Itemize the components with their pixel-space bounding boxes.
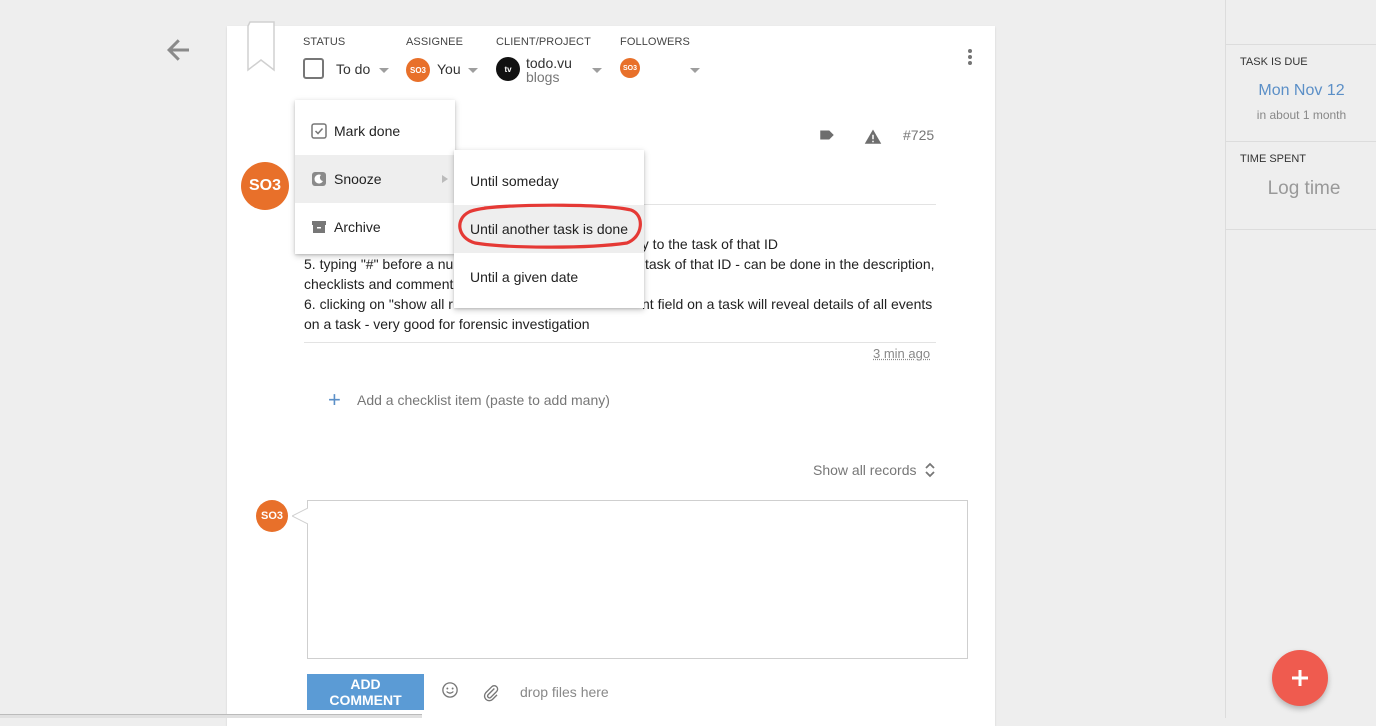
description-timestamp[interactable]: 3 min ago bbox=[873, 346, 930, 361]
check-square-icon bbox=[311, 123, 327, 139]
menu-item-snooze[interactable]: Snooze bbox=[295, 155, 455, 203]
add-checklist-item[interactable]: + Add a checklist item (paste to add man… bbox=[328, 387, 610, 412]
sidebar-divider bbox=[1226, 141, 1376, 142]
until-given-date-label: Until a given date bbox=[470, 269, 579, 285]
followers-dropdown-caret-icon[interactable] bbox=[690, 68, 700, 73]
comment-input[interactable] bbox=[307, 500, 968, 659]
followers-label: FOLLOWERS bbox=[620, 36, 690, 48]
status-value[interactable]: To do bbox=[336, 61, 370, 77]
description-line: checklists and comment bbox=[304, 276, 454, 292]
author-avatar[interactable]: SO3 bbox=[241, 162, 289, 210]
submenu-arrow-icon bbox=[442, 175, 448, 183]
emoji-icon[interactable] bbox=[441, 681, 459, 699]
more-options-icon[interactable] bbox=[962, 49, 978, 69]
client-logo: tv bbox=[496, 57, 520, 81]
status-checkbox[interactable] bbox=[303, 58, 324, 79]
due-date[interactable]: Mon Nov 12 bbox=[1226, 82, 1376, 100]
description-line: nt field on a task will reveal details o… bbox=[642, 296, 933, 312]
assignee-label: ASSIGNEE bbox=[406, 36, 464, 48]
archive-icon bbox=[312, 221, 326, 233]
log-time-button[interactable]: Log time bbox=[1226, 178, 1376, 200]
task-due-label: TASK IS DUE bbox=[1240, 56, 1308, 68]
snooze-label: Snooze bbox=[334, 171, 382, 187]
assignee-value[interactable]: You bbox=[437, 61, 461, 77]
show-all-records-label: Show all records bbox=[813, 462, 917, 478]
horizontal-scrollbar[interactable] bbox=[0, 714, 422, 718]
task-sidebar: TASK IS DUE Mon Nov 12 in about 1 month … bbox=[1225, 0, 1376, 718]
expand-collapse-icon bbox=[924, 462, 935, 478]
client-project-dropdown-caret-icon[interactable] bbox=[592, 68, 602, 73]
project-name[interactable]: blogs bbox=[526, 69, 559, 85]
warning-icon[interactable] bbox=[864, 128, 882, 146]
show-all-records-button[interactable]: Show all records bbox=[813, 461, 937, 479]
description-line: on a task - very good for forensic inves… bbox=[304, 316, 590, 332]
menu-item-until-given-date[interactable]: Until a given date bbox=[454, 253, 644, 301]
menu-item-mark-done[interactable]: Mark done bbox=[295, 107, 455, 155]
bookmark-icon[interactable] bbox=[246, 20, 276, 72]
attachment-icon[interactable] bbox=[482, 684, 500, 702]
plus-icon: + bbox=[328, 387, 341, 412]
description-line: 6. clicking on "show all r bbox=[304, 296, 453, 312]
status-menu: Mark done Snooze Archive bbox=[295, 100, 455, 254]
highlight-annotation bbox=[458, 203, 642, 249]
client-project-label: CLIENT/PROJECT bbox=[496, 36, 591, 48]
description-line: task of that ID - can be done in the des… bbox=[645, 256, 935, 272]
back-arrow-icon[interactable] bbox=[163, 34, 195, 66]
due-relative: in about 1 month bbox=[1256, 108, 1347, 122]
status-label: STATUS bbox=[303, 36, 346, 48]
time-spent-label: TIME SPENT bbox=[1240, 153, 1307, 165]
sidebar-divider bbox=[1226, 229, 1376, 230]
until-someday-label: Until someday bbox=[470, 173, 559, 189]
archive-label: Archive bbox=[334, 219, 381, 235]
follower-avatar[interactable]: SO3 bbox=[620, 58, 640, 78]
menu-item-until-someday[interactable]: Until someday bbox=[454, 157, 644, 205]
menu-item-archive[interactable]: Archive bbox=[295, 203, 455, 251]
add-task-fab[interactable] bbox=[1272, 650, 1328, 706]
plus-icon bbox=[1292, 670, 1308, 686]
description-bottom-divider bbox=[304, 342, 936, 343]
assignee-avatar[interactable]: SO3 bbox=[406, 58, 430, 82]
comment-pointer bbox=[292, 508, 308, 524]
commenter-avatar: SO3 bbox=[256, 500, 288, 532]
description-line: 5. typing "#" before a nu bbox=[304, 256, 454, 272]
mark-done-label: Mark done bbox=[334, 123, 401, 139]
tag-icon[interactable] bbox=[818, 126, 836, 144]
add-checklist-label: Add a checklist item (paste to add many) bbox=[357, 392, 610, 408]
add-comment-button[interactable]: ADD COMMENT bbox=[307, 674, 424, 710]
status-dropdown-caret-icon[interactable] bbox=[379, 68, 389, 73]
sidebar-divider bbox=[1226, 44, 1376, 45]
drop-files-hint: drop files here bbox=[520, 684, 609, 700]
task-id: #725 bbox=[903, 127, 935, 143]
assignee-dropdown-caret-icon[interactable] bbox=[468, 68, 478, 73]
moon-icon bbox=[312, 172, 326, 186]
